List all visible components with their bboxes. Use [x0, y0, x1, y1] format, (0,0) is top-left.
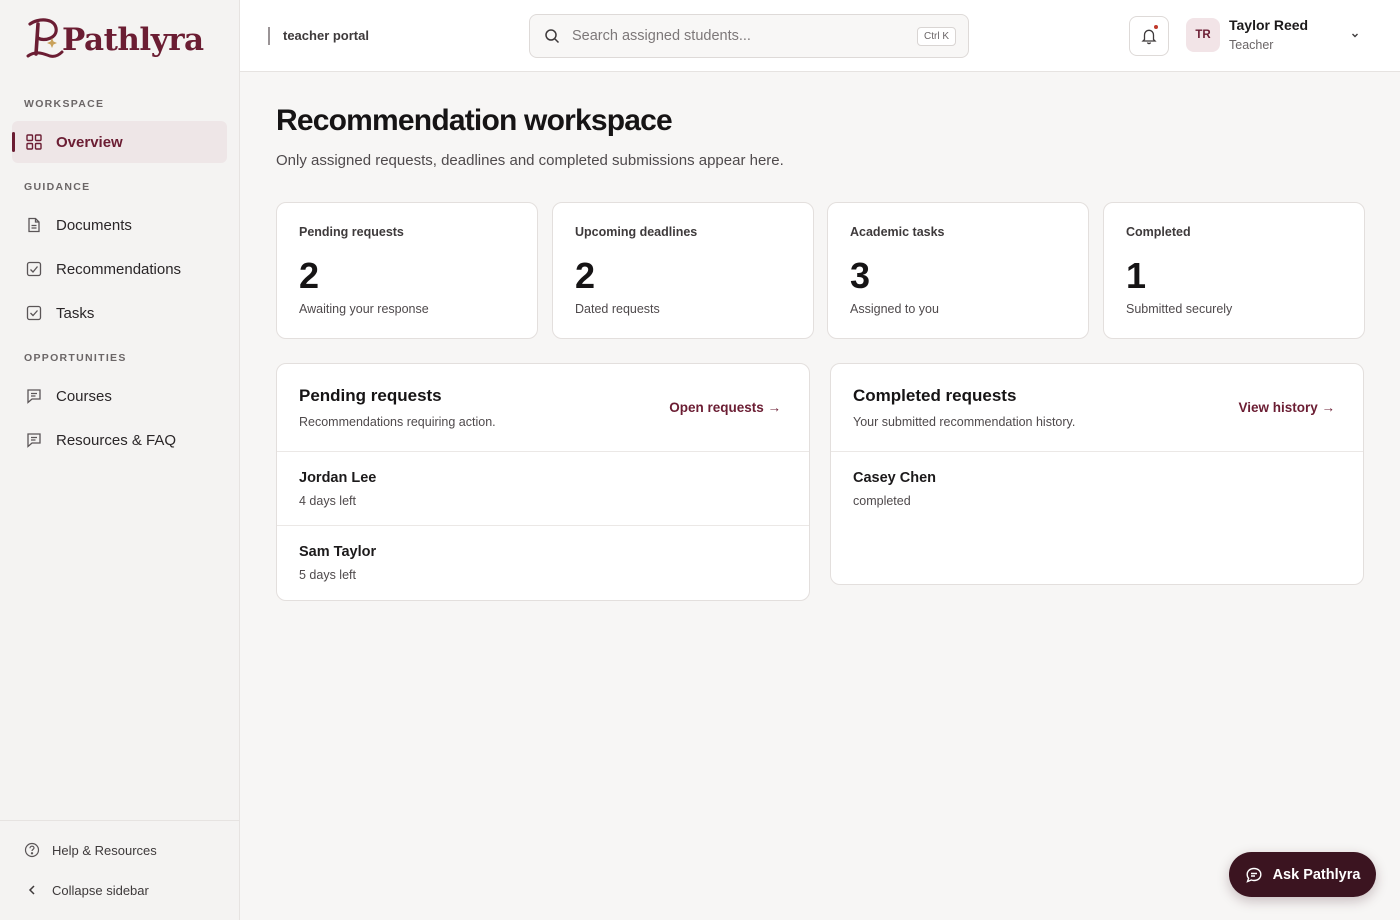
- deadline-text: 5 days left: [299, 568, 356, 582]
- chat-bubble-icon: [1245, 866, 1263, 884]
- note-icon: [26, 432, 42, 448]
- help-circle-icon: [24, 842, 40, 858]
- stat-label: Academic tasks: [850, 225, 945, 239]
- chevron-left-icon: [24, 882, 40, 898]
- section-label-workspace: WORKSPACE: [24, 98, 105, 110]
- stat-value: 2: [575, 255, 596, 296]
- sidebar-item-recommendations[interactable]: Recommendations: [12, 248, 227, 290]
- portal-label: teacher portal: [268, 27, 369, 45]
- stat-card-pending-requests: Pending requests 2 Awaiting your respons…: [276, 202, 538, 339]
- stat-value: 2: [299, 255, 320, 296]
- list-item[interactable]: Jordan Lee 4 days left: [277, 452, 809, 526]
- sidebar-item-documents[interactable]: Documents: [12, 204, 227, 246]
- sidebar: Pathlyra WORKSPACE Overview GUIDANCE Doc…: [0, 0, 240, 920]
- brand-name: Pathlyra: [62, 22, 204, 58]
- logo-mark-icon: [26, 18, 64, 58]
- view-history-link[interactable]: View history →: [1238, 400, 1335, 415]
- user-name: Taylor Reed: [1229, 17, 1309, 33]
- stat-caption: Dated requests: [575, 302, 660, 316]
- top-bar: teacher portal Ctrl K TR Taylor Reed Tea…: [240, 0, 1400, 72]
- sidebar-item-label: Recommendations: [56, 260, 182, 278]
- sidebar-item-label: Tasks: [56, 304, 95, 322]
- chevron-down-icon[interactable]: [1350, 30, 1360, 40]
- sidebar-footer: [0, 820, 239, 821]
- sidebar-item-label: Overview: [56, 133, 123, 151]
- open-requests-link[interactable]: Open requests →: [669, 400, 781, 415]
- page-title: Recommendation workspace: [276, 104, 673, 137]
- student-name: Casey Chen: [853, 470, 937, 486]
- document-icon: [26, 217, 42, 233]
- panel-title: Pending requests: [299, 386, 442, 405]
- sidebar-item-courses[interactable]: Courses: [12, 375, 227, 417]
- stat-label: Upcoming deadlines: [575, 225, 698, 239]
- stat-value: 1: [1126, 255, 1147, 296]
- stat-value: 3: [850, 255, 871, 296]
- stat-card-academic-tasks: Academic tasks 3 Assigned to you: [827, 202, 1089, 339]
- collapse-sidebar-label: Collapse sidebar: [52, 882, 149, 898]
- avatar[interactable]: TR: [1186, 18, 1220, 52]
- sidebar-item-label: Resources & FAQ: [56, 431, 177, 449]
- ask-pathlyra-button[interactable]: Ask Pathlyra: [1229, 852, 1376, 897]
- deadline-text: 4 days left: [299, 494, 356, 508]
- panel-title: Completed requests: [853, 386, 1017, 405]
- search-bar[interactable]: Ctrl K: [529, 14, 969, 58]
- collapse-sidebar-button[interactable]: Collapse sidebar: [24, 882, 149, 898]
- stat-caption: Awaiting your response: [299, 302, 429, 316]
- help-resources-link[interactable]: Help & Resources: [24, 842, 157, 858]
- panel-subtitle: Recommendations requiring action.: [299, 415, 496, 429]
- ask-pathlyra-label: Ask Pathlyra: [1272, 866, 1361, 883]
- student-name: Jordan Lee: [299, 470, 377, 486]
- help-resources-label: Help & Resources: [52, 842, 157, 858]
- list-item[interactable]: Sam Taylor 5 days left: [277, 526, 809, 600]
- sidebar-item-tasks[interactable]: Tasks: [12, 292, 227, 334]
- note-icon: [26, 388, 42, 404]
- user-role: Teacher: [1229, 38, 1274, 52]
- checkbox-icon: [26, 305, 42, 321]
- notification-dot: [1154, 25, 1158, 29]
- stat-label: Pending requests: [299, 225, 404, 239]
- check-square-icon: [26, 261, 42, 277]
- stat-label: Completed: [1126, 225, 1191, 239]
- completed-requests-panel: Completed requests Your submitted recomm…: [830, 363, 1364, 585]
- stat-card-completed: Completed 1 Submitted securely: [1103, 202, 1365, 339]
- brand-logo[interactable]: Pathlyra: [24, 14, 204, 60]
- pending-requests-panel: Pending requests Recommendations requiri…: [276, 363, 810, 601]
- student-name: Sam Taylor: [299, 544, 377, 560]
- status-text: completed: [853, 494, 911, 508]
- stat-card-upcoming-deadlines: Upcoming deadlines 2 Dated requests: [552, 202, 814, 339]
- sidebar-item-resources-faq[interactable]: Resources & FAQ: [12, 419, 227, 461]
- list-item[interactable]: Casey Chen completed: [831, 452, 1363, 526]
- grid-icon: [26, 134, 42, 150]
- search-input[interactable]: [572, 28, 917, 44]
- search-shortcut-badge: Ctrl K: [917, 26, 956, 46]
- stat-caption: Assigned to you: [850, 302, 939, 316]
- section-label-guidance: GUIDANCE: [24, 181, 91, 193]
- section-label-opportunities: OPPORTUNITIES: [24, 352, 127, 364]
- page-subtitle: Only assigned requests, deadlines and co…: [276, 152, 784, 169]
- sidebar-item-label: Courses: [56, 387, 112, 405]
- stat-caption: Submitted securely: [1126, 302, 1233, 316]
- panel-subtitle: Your submitted recommendation history.: [853, 415, 1076, 429]
- search-icon: [544, 28, 560, 44]
- notifications-button[interactable]: [1129, 16, 1169, 56]
- bell-icon: [1140, 27, 1158, 45]
- sidebar-item-label: Documents: [56, 216, 132, 234]
- sidebar-item-overview[interactable]: Overview: [12, 121, 227, 163]
